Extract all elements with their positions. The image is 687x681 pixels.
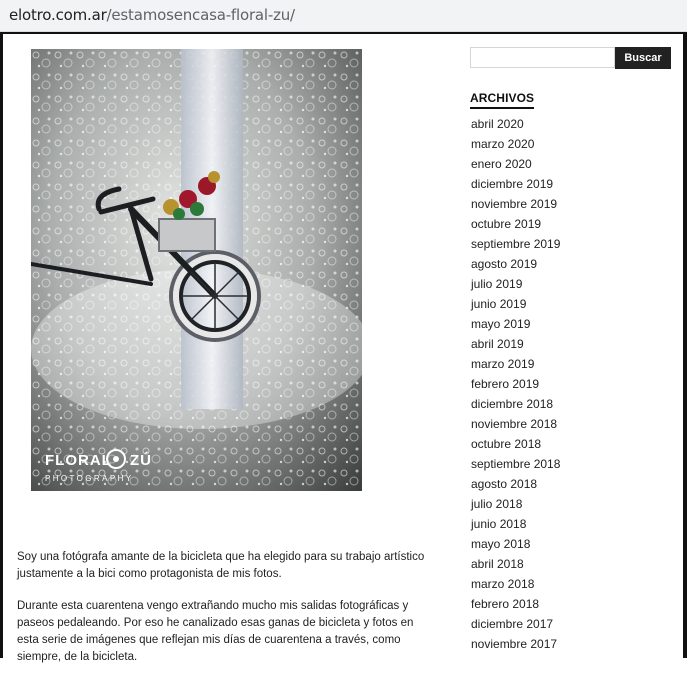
archive-link[interactable]: diciembre 2019 bbox=[471, 177, 553, 191]
post-body: Soy una fotógrafa amante de la bicicleta… bbox=[17, 549, 437, 681]
archive-item: diciembre 2018 bbox=[471, 395, 560, 415]
page-frame-top bbox=[0, 32, 687, 34]
post-paragraph-2: Durante esta cuarentena vengo extrañando… bbox=[17, 600, 414, 663]
archives-title: ARCHIVOS bbox=[470, 91, 535, 109]
archive-link[interactable]: diciembre 2017 bbox=[471, 617, 553, 631]
archive-link[interactable]: noviembre 2018 bbox=[471, 417, 557, 431]
archive-item: noviembre 2018 bbox=[471, 415, 560, 435]
archive-item: septiembre 2019 bbox=[471, 235, 560, 255]
archive-link[interactable]: abril 2019 bbox=[471, 337, 524, 351]
archive-link[interactable]: junio 2019 bbox=[471, 297, 526, 311]
archive-item: abril 2020 bbox=[471, 115, 560, 135]
archive-item: octubre 2018 bbox=[471, 435, 560, 455]
photo-brand-text-2: ZÚ bbox=[130, 451, 152, 469]
archive-item: agosto 2018 bbox=[471, 475, 560, 495]
url-text[interactable]: elotro.com.ar/estamosencasa-floral-zu/ bbox=[9, 6, 295, 24]
archive-item: marzo 2018 bbox=[471, 575, 560, 595]
archive-link[interactable]: septiembre 2018 bbox=[471, 457, 560, 471]
archive-link[interactable]: septiembre 2019 bbox=[471, 237, 560, 251]
post-paragraph-1: Soy una fotógrafa amante de la bicicleta… bbox=[17, 551, 425, 580]
archive-item: octubre 2019 bbox=[471, 215, 560, 235]
archive-link[interactable]: julio 2019 bbox=[471, 277, 522, 291]
archive-item: julio 2019 bbox=[471, 275, 560, 295]
archive-link[interactable]: mayo 2018 bbox=[471, 537, 530, 551]
archive-item: marzo 2020 bbox=[471, 135, 560, 155]
archive-item: abril 2018 bbox=[471, 555, 560, 575]
archive-item: febrero 2018 bbox=[471, 595, 560, 615]
archive-link[interactable]: junio 2018 bbox=[471, 517, 526, 531]
archive-link[interactable]: julio 2018 bbox=[471, 497, 522, 511]
archive-item: mayo 2019 bbox=[471, 315, 560, 335]
archive-link[interactable]: abril 2018 bbox=[471, 557, 524, 571]
page-frame-left bbox=[0, 32, 3, 658]
url-path: /estamosencasa-floral-zu/ bbox=[106, 6, 296, 24]
archive-link[interactable]: noviembre 2019 bbox=[471, 197, 557, 211]
archive-link[interactable]: mayo 2019 bbox=[471, 317, 530, 331]
archive-item: septiembre 2018 bbox=[471, 455, 560, 475]
archive-link[interactable]: agosto 2019 bbox=[471, 257, 537, 271]
archive-item: marzo 2019 bbox=[471, 355, 560, 375]
archive-item: agosto 2019 bbox=[471, 255, 560, 275]
archive-link[interactable]: marzo 2019 bbox=[471, 357, 534, 371]
archive-link[interactable]: agosto 2018 bbox=[471, 477, 537, 491]
archive-link[interactable]: enero 2020 bbox=[471, 157, 532, 171]
page-frame-right bbox=[683, 32, 687, 658]
archive-link[interactable]: diciembre 2018 bbox=[471, 397, 553, 411]
post-photo: FLORAL ZÚ PHOTOGRAPHY bbox=[31, 49, 362, 491]
archive-link[interactable]: febrero 2019 bbox=[471, 377, 539, 391]
archive-item: mayo 2018 bbox=[471, 535, 560, 555]
archive-item: junio 2018 bbox=[471, 515, 560, 535]
archive-item: abril 2019 bbox=[471, 335, 560, 355]
archive-item: enero 2020 bbox=[471, 155, 560, 175]
archive-link[interactable]: abril 2020 bbox=[471, 117, 524, 131]
archive-link[interactable]: octubre 2018 bbox=[471, 437, 541, 451]
archive-item: diciembre 2019 bbox=[471, 175, 560, 195]
archive-item: julio 2018 bbox=[471, 495, 560, 515]
address-bar[interactable]: elotro.com.ar/estamosencasa-floral-zu/ bbox=[0, 0, 687, 32]
search-input[interactable] bbox=[470, 47, 615, 68]
archive-item: febrero 2019 bbox=[471, 375, 560, 395]
archive-link[interactable]: marzo 2018 bbox=[471, 577, 534, 591]
archive-link[interactable]: noviembre 2017 bbox=[471, 637, 557, 651]
search-button[interactable]: Buscar bbox=[615, 47, 671, 69]
url-host: elotro.com.ar bbox=[9, 6, 107, 24]
archive-link[interactable]: marzo 2020 bbox=[471, 137, 534, 151]
archive-item: noviembre 2017 bbox=[471, 635, 560, 655]
archive-item: junio 2019 bbox=[471, 295, 560, 315]
photo-brand-text: FLORAL bbox=[45, 452, 112, 469]
archive-list: abril 2020 marzo 2020 enero 2020 diciemb… bbox=[471, 115, 560, 655]
photo-subtitle-text: PHOTOGRAPHY bbox=[45, 474, 134, 483]
archive-item: diciembre 2017 bbox=[471, 615, 560, 635]
archive-link[interactable]: febrero 2018 bbox=[471, 597, 539, 611]
archive-link[interactable]: octubre 2019 bbox=[471, 217, 541, 231]
archive-item: noviembre 2019 bbox=[471, 195, 560, 215]
